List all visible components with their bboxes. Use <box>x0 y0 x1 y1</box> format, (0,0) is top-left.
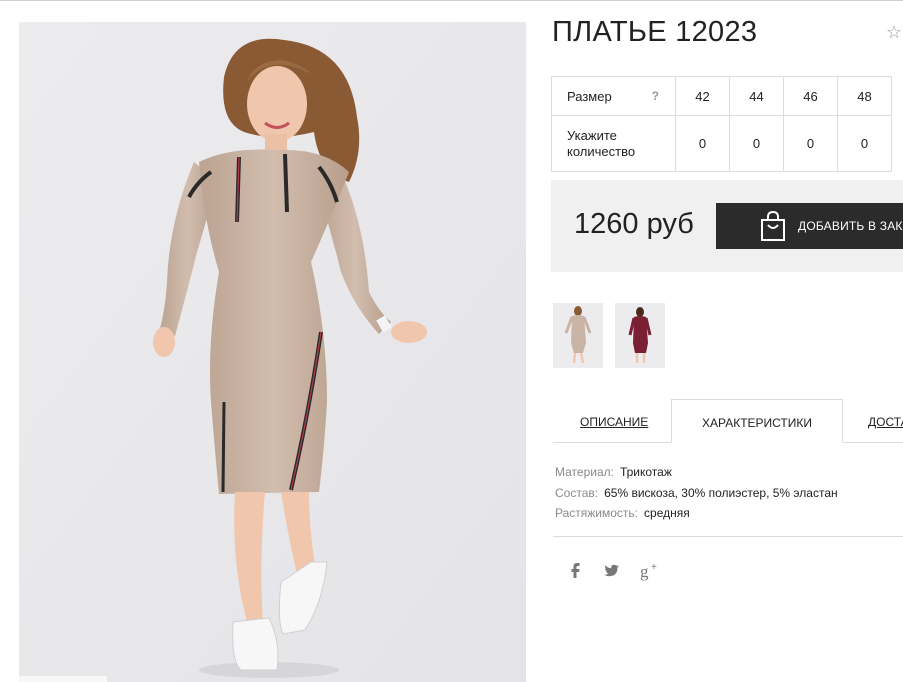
burgundy-dress-thumbnail-image <box>615 303 665 368</box>
quantity-input-46[interactable]: 0 <box>783 115 838 172</box>
characteristic-key: Состав: <box>555 485 599 500</box>
characteristic-value: средняя <box>644 506 690 520</box>
shopping-bag-icon <box>761 210 785 241</box>
characteristic-value: 65% вискоза, 30% полиэстер, 5% эластан <box>604 485 838 500</box>
add-to-order-button[interactable]: ДОБАВИТЬ В ЗАКАЗ <box>716 203 903 249</box>
characteristics-list: Материал: Трикотаж Состав: 65% вискоза, 30… <box>555 462 838 524</box>
svg-text:+: + <box>651 562 657 573</box>
size-help-icon[interactable]: ? <box>652 89 659 103</box>
star-outline-icon[interactable]: ☆ <box>886 22 902 43</box>
tab-characteristics[interactable]: ХАРАКТЕРИСТИКИ <box>671 399 843 443</box>
size-label: Размер <box>567 88 612 104</box>
twitter-icon[interactable] <box>603 561 621 579</box>
beige-dress-thumbnail[interactable] <box>553 303 603 368</box>
size-option-46: 46 <box>783 76 838 116</box>
quantity-input-42[interactable]: 0 <box>675 115 730 172</box>
size-quantity-table: Размер ? 42 44 46 48 Укажите количество … <box>551 76 892 172</box>
tab-delivery[interactable]: ДОСТАВКА <box>843 399 903 443</box>
facebook-icon[interactable] <box>569 561 581 579</box>
divider <box>553 536 903 537</box>
product-photo[interactable] <box>19 22 526 682</box>
tab-delivery-label: ДОСТАВКА <box>868 415 903 429</box>
price-panel: 1260 руб ДОБАВИТЬ В ЗАКАЗ <box>551 180 903 272</box>
beige-dress-thumbnail-image <box>553 303 603 368</box>
quantity-label-cell: Укажите количество <box>551 115 676 172</box>
price: 1260 руб <box>574 208 694 240</box>
tab-characteristics-label: ХАРАКТЕРИСТИКИ <box>702 416 813 430</box>
svg-text:g: g <box>640 562 649 581</box>
add-to-order-label: ДОБАВИТЬ В ЗАКАЗ <box>798 219 903 233</box>
tab-description[interactable]: ОПИСАНИЕ <box>553 399 671 443</box>
characteristic-row: Состав: 65% вискоза, 30% полиэстер, 5% эл… <box>555 483 838 504</box>
burgundy-dress-thumbnail[interactable] <box>615 303 665 368</box>
size-option-42: 42 <box>675 76 730 116</box>
characteristic-row: Материал: Трикотаж <box>555 462 838 483</box>
characteristic-key: Растяжимость: <box>555 506 639 520</box>
model-illustration <box>19 22 526 682</box>
size-option-48: 48 <box>837 76 892 116</box>
photo-corner <box>19 676 107 682</box>
quantity-input-44[interactable]: 0 <box>729 115 784 172</box>
characteristic-value: Трикотаж <box>619 465 672 479</box>
size-label-cell: Размер ? <box>551 76 676 116</box>
characteristic-key: Материал: <box>555 465 614 479</box>
top-border <box>0 0 903 1</box>
tab-description-label: ОПИСАНИЕ <box>580 415 649 429</box>
characteristic-row: Растяжимость: средняя <box>555 503 838 524</box>
product-title: ПЛАТЬЕ 12023 <box>552 16 758 48</box>
size-option-44: 44 <box>729 76 784 116</box>
quantity-input-48[interactable]: 0 <box>837 115 892 172</box>
quantity-label: Укажите количество <box>567 127 636 159</box>
google-plus-icon[interactable]: g + <box>640 561 660 581</box>
